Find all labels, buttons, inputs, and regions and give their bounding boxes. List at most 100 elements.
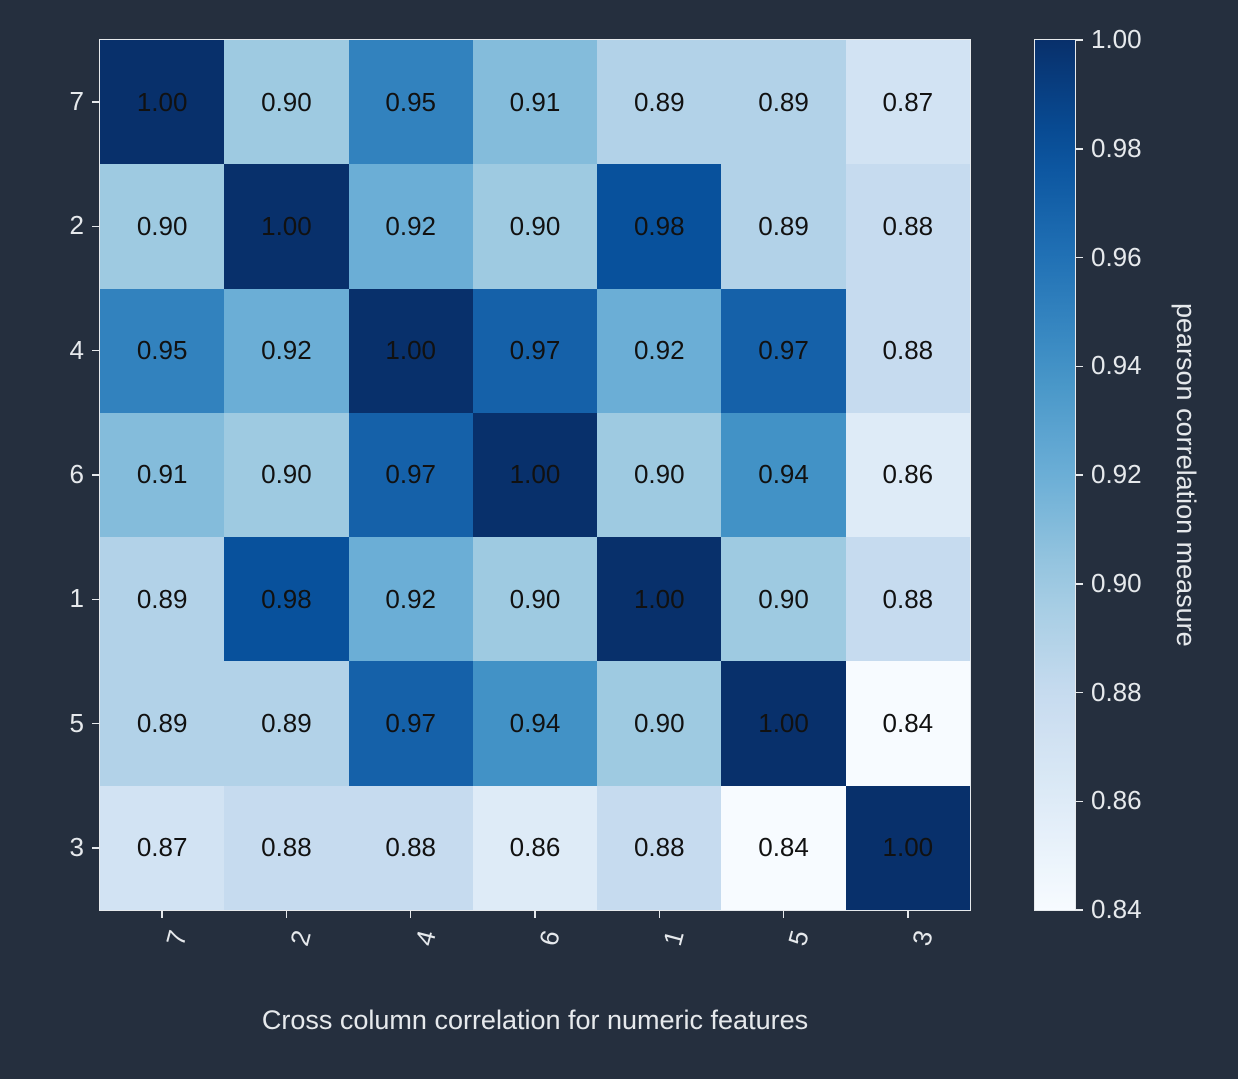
- heatmap-chart: 1.000.900.950.910.890.890.870.901.000.92…: [0, 0, 1238, 1079]
- heatmap-cell: 0.90: [473, 537, 597, 661]
- x-tick-label: 3: [903, 915, 943, 962]
- x-tick-mark: [659, 910, 661, 918]
- heatmap-cell: 0.92: [349, 537, 473, 661]
- y-tick-mark: [92, 350, 100, 352]
- colorbar-tick-mark: [1075, 148, 1083, 150]
- heatmap-cell: 0.91: [100, 413, 224, 537]
- heatmap-cell: 0.95: [100, 289, 224, 413]
- heatmap-cell: 0.87: [846, 40, 970, 164]
- colorbar-tick-mark: [1075, 801, 1083, 803]
- heatmap-cell: 0.90: [100, 164, 224, 288]
- colorbar-tick-mark: [1075, 909, 1083, 911]
- heatmap-cell: 0.88: [846, 164, 970, 288]
- colorbar-tick-mark: [1075, 257, 1083, 259]
- heatmap-cell: 0.97: [349, 413, 473, 537]
- colorbar-gradient: [1035, 40, 1075, 910]
- heatmap-cell: 0.97: [721, 289, 845, 413]
- x-tick-label: 1: [654, 915, 694, 962]
- y-tick-label: 4: [60, 335, 84, 366]
- y-tick-label: 2: [60, 210, 84, 241]
- colorbar: [1035, 40, 1075, 910]
- x-tick-mark: [410, 910, 412, 918]
- colorbar-tick-label: 0.94: [1091, 350, 1142, 381]
- x-tick-label: 2: [281, 915, 321, 962]
- y-tick-label: 7: [60, 86, 84, 117]
- heatmap-cell: 0.90: [473, 164, 597, 288]
- heatmap-cell: 0.89: [721, 164, 845, 288]
- heatmap-cell: 0.89: [100, 661, 224, 785]
- heatmap-cell: 0.92: [597, 289, 721, 413]
- y-tick-mark: [92, 474, 100, 476]
- x-tick-label: 4: [406, 915, 446, 962]
- heatmap-cell: 0.94: [721, 413, 845, 537]
- heatmap-cell: 0.90: [224, 413, 348, 537]
- colorbar-tick-label: 0.86: [1091, 785, 1142, 816]
- heatmap-cell: 0.90: [721, 537, 845, 661]
- colorbar-tick-mark: [1075, 366, 1083, 368]
- heatmap-cell: 0.94: [473, 661, 597, 785]
- x-axis-label: Cross column correlation for numeric fea…: [100, 1005, 970, 1036]
- x-tick-mark: [907, 910, 909, 918]
- heatmap-cell: 0.87: [100, 786, 224, 910]
- colorbar-label: pearson correlation measure: [1170, 40, 1201, 910]
- x-tick-mark: [286, 910, 288, 918]
- y-tick-mark: [92, 599, 100, 601]
- x-tick-label: 7: [157, 915, 197, 962]
- heatmap-cell: 0.97: [473, 289, 597, 413]
- y-tick-label: 3: [60, 832, 84, 863]
- colorbar-tick-mark: [1075, 692, 1083, 694]
- colorbar-tick-label: 0.98: [1091, 133, 1142, 164]
- heatmap-cell: 0.98: [597, 164, 721, 288]
- colorbar-tick-mark: [1075, 474, 1083, 476]
- x-tick-label: 6: [530, 915, 570, 962]
- colorbar-tick-mark: [1075, 583, 1083, 585]
- colorbar-tick-label: 0.92: [1091, 459, 1142, 490]
- heatmap-cell: 0.92: [349, 164, 473, 288]
- y-tick-label: 1: [60, 583, 84, 614]
- x-tick-label: 5: [778, 915, 818, 962]
- colorbar-tick-label: 1.00: [1091, 24, 1142, 55]
- heatmap-cell: 1.00: [846, 786, 970, 910]
- x-tick-mark: [534, 910, 536, 918]
- heatmap-cell: 0.88: [349, 786, 473, 910]
- heatmap-plot-area: 1.000.900.950.910.890.890.870.901.000.92…: [100, 40, 970, 910]
- colorbar-tick-label: 0.88: [1091, 677, 1142, 708]
- y-tick-label: 6: [60, 459, 84, 490]
- y-tick-mark: [92, 723, 100, 725]
- x-tick-mark: [161, 910, 163, 918]
- heatmap-cell: 0.89: [224, 661, 348, 785]
- heatmap-cell: 0.88: [846, 537, 970, 661]
- y-tick-mark: [92, 101, 100, 103]
- colorbar-tick-label: 0.84: [1091, 894, 1142, 925]
- heatmap-cell: 0.88: [846, 289, 970, 413]
- y-tick-mark: [92, 226, 100, 228]
- x-tick-mark: [783, 910, 785, 918]
- heatmap-cell: 0.95: [349, 40, 473, 164]
- y-tick-label: 5: [60, 708, 84, 739]
- y-tick-mark: [92, 847, 100, 849]
- heatmap-cell: 0.89: [721, 40, 845, 164]
- heatmap-cell: 0.89: [597, 40, 721, 164]
- heatmap-cell: 0.98: [224, 537, 348, 661]
- heatmap-cell: 0.86: [473, 786, 597, 910]
- heatmap-cell: 0.88: [224, 786, 348, 910]
- heatmap-cell: 0.88: [597, 786, 721, 910]
- heatmap-cell: 0.97: [349, 661, 473, 785]
- heatmap-cell: 1.00: [473, 413, 597, 537]
- heatmap-cell: 0.91: [473, 40, 597, 164]
- heatmap-cell: 0.89: [100, 537, 224, 661]
- heatmap-cell: 1.00: [597, 537, 721, 661]
- heatmap-cell: 0.92: [224, 289, 348, 413]
- colorbar-tick-label: 0.96: [1091, 242, 1142, 273]
- colorbar-tick-mark: [1075, 39, 1083, 41]
- heatmap-cell: 0.90: [597, 413, 721, 537]
- heatmap-cell: 1.00: [349, 289, 473, 413]
- heatmap-cell: 0.84: [721, 786, 845, 910]
- heatmap-cell: 1.00: [721, 661, 845, 785]
- heatmap-cell: 0.84: [846, 661, 970, 785]
- heatmap-cell: 0.86: [846, 413, 970, 537]
- heatmap-cell: 0.90: [597, 661, 721, 785]
- colorbar-tick-label: 0.90: [1091, 568, 1142, 599]
- heatmap-cell: 0.90: [224, 40, 348, 164]
- heatmap-cell: 1.00: [100, 40, 224, 164]
